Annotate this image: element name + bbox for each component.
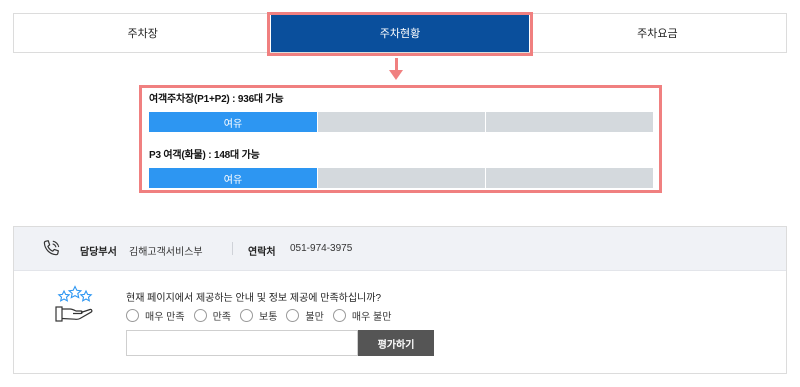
tab-parking-fee[interactable]: 주차요금 xyxy=(528,14,786,52)
option-very-dissatisfied[interactable]: 매우 불만 xyxy=(332,308,392,323)
option-dissatisfied[interactable]: 불만 xyxy=(286,308,324,323)
option-label: 만족 xyxy=(212,312,231,323)
survey-comment-input[interactable] xyxy=(126,330,358,356)
bar-segment-empty xyxy=(485,112,653,132)
availability-status: 여유 xyxy=(149,168,317,188)
survey-hand-stars-icon xyxy=(55,285,93,322)
radio-button[interactable] xyxy=(240,309,253,322)
survey-question: 현재 페이지에서 제공하는 안내 및 정보 제공에 만족하십니까? xyxy=(126,293,382,304)
parking-lot-p1-p2: 여객주차장(P1+P2) : 936대 가능 여유 xyxy=(149,93,653,132)
option-label: 불만 xyxy=(305,312,324,323)
page-info-panel: 담당부서 김해고객서비스부 연락처 051-974-3975 현재 페이지에서 … xyxy=(13,226,787,374)
contact-title: 연락처 xyxy=(248,247,276,258)
radio-button[interactable] xyxy=(332,309,346,322)
availability-bar: 여유 xyxy=(149,112,653,132)
option-very-satisfied[interactable]: 매우 만족 xyxy=(126,308,185,323)
phone-icon xyxy=(43,240,60,256)
radio-button[interactable] xyxy=(193,309,207,322)
parking-lot-p3: P3 여객(화물) : 148대 가능 여유 xyxy=(149,149,653,188)
option-label: 보통 xyxy=(259,312,278,323)
tab-parking-status[interactable]: 주차현황 xyxy=(271,14,529,52)
submit-rating-button[interactable]: 평가하기 xyxy=(358,330,434,356)
bar-segment-empty xyxy=(317,112,485,132)
contact-number: 051-974-3975 xyxy=(290,243,353,254)
option-satisfied[interactable]: 만족 xyxy=(193,308,231,323)
radio-button[interactable] xyxy=(126,309,139,322)
down-arrow-icon xyxy=(389,58,403,82)
bar-segment-empty xyxy=(317,168,485,188)
parking-tabs: 주차장 주차현황 주차요금 xyxy=(13,13,787,53)
divider xyxy=(232,242,233,255)
bar-segment-empty xyxy=(485,168,653,188)
satisfaction-options: 매우 만족 만족 보통 불만 매우 불만 xyxy=(126,308,400,323)
parking-status-panel: 여객주차장(P1+P2) : 936대 가능 여유 P3 여객(화물) : 14… xyxy=(139,85,662,193)
option-neutral[interactable]: 보통 xyxy=(240,308,277,323)
radio-button[interactable] xyxy=(286,309,300,322)
option-label: 매우 불만 xyxy=(351,312,392,323)
availability-status: 여유 xyxy=(149,112,317,132)
lot-label: P3 여객(화물) : 148대 가능 xyxy=(149,150,260,161)
tab-parking-lot[interactable]: 주차장 xyxy=(14,14,272,52)
contact-bar: 담당부서 김해고객서비스부 연락처 051-974-3975 xyxy=(14,227,786,271)
lot-label: 여객주차장(P1+P2) : 936대 가능 xyxy=(149,94,284,105)
option-label: 매우 만족 xyxy=(145,312,185,323)
dept-title: 담당부서 xyxy=(80,247,117,258)
availability-bar: 여유 xyxy=(149,168,653,188)
dept-name: 김해고객서비스부 xyxy=(129,247,203,258)
